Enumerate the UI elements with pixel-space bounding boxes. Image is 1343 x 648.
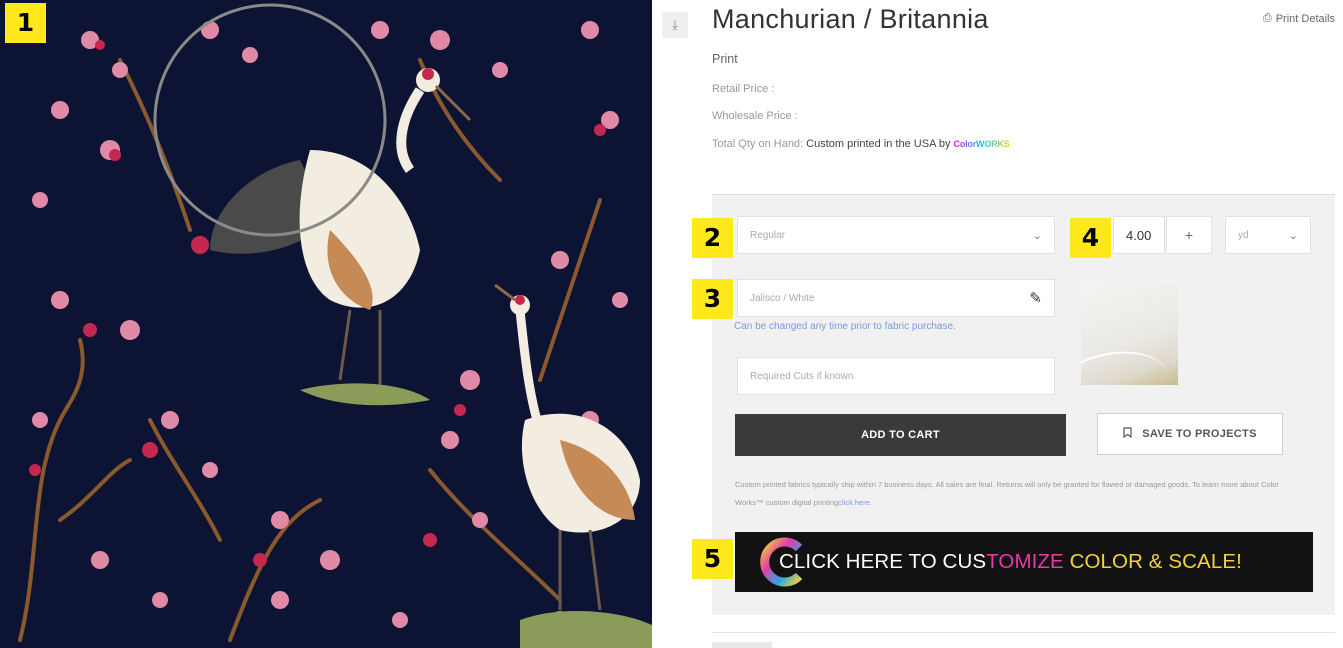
unit-select-value: yd	[1238, 229, 1249, 241]
customize-color-scale-banner[interactable]: CLICK HERE TO CUSTOMIZE COLOR & SCALE!	[735, 532, 1313, 592]
product-type: Print	[712, 52, 738, 66]
download-icon[interactable]: ⤓	[662, 12, 688, 38]
print-details-link[interactable]: ⎙ Print Details	[1263, 12, 1335, 25]
add-to-cart-button[interactable]: ADD TO CART	[735, 414, 1066, 456]
retail-price-label: Retail Price :	[712, 83, 775, 95]
qty-on-hand-value: Custom printed in the USA by	[806, 138, 951, 150]
colorworks-logo: ColorWORKS	[953, 139, 1010, 149]
product-title: Manchurian / Britannia	[712, 4, 989, 34]
step-marker-4: 4	[1070, 218, 1111, 258]
printer-icon: ⎙	[1262, 12, 1272, 24]
banner-text-part3: COLOR & SCALE!	[1063, 550, 1242, 573]
next-section-heading-stub	[712, 642, 772, 648]
fabric-select-value: Regular	[750, 229, 786, 241]
section-divider	[712, 632, 1335, 633]
chevron-down-icon: ⌄	[1288, 229, 1298, 242]
step-marker-5: 5	[692, 539, 733, 579]
banner-text-part2: TOMIZE	[986, 550, 1064, 573]
wholesale-price-label: Wholesale Price :	[712, 110, 798, 122]
print-details-label: Print Details	[1275, 12, 1335, 25]
fabric-select[interactable]: Regular ⌄	[737, 216, 1055, 254]
step-marker-3: 3	[692, 279, 733, 319]
banner-text: CLICK HERE TO CUSTOMIZE COLOR & SCALE!	[779, 532, 1242, 592]
colorway-swatch[interactable]	[1081, 285, 1178, 385]
fabric-pattern-image	[0, 0, 652, 648]
colorway-field[interactable]: Jalisco / White ✎	[737, 279, 1055, 317]
banner-text-part1: CLICK HERE TO CUS	[779, 550, 987, 573]
chevron-down-icon: ⌄	[1032, 229, 1042, 242]
shipping-disclaimer: Custom printed fabrics typically ship wi…	[735, 476, 1295, 512]
save-to-projects-label: SAVE TO PROJECTS	[1142, 428, 1257, 440]
disclaimer-text: Custom printed fabrics typically ship wi…	[735, 480, 1279, 507]
product-image[interactable]	[0, 0, 652, 648]
quantity-input[interactable]: 4.00	[1113, 216, 1165, 254]
bookmark-icon	[1123, 427, 1132, 441]
save-to-projects-button[interactable]: SAVE TO PROJECTS	[1097, 413, 1283, 455]
required-cuts-input[interactable]: Required Cuts if known	[737, 357, 1055, 395]
quantity-plus-button[interactable]: +	[1166, 216, 1212, 254]
learn-more-link[interactable]: click here	[838, 498, 870, 507]
qty-on-hand: Total Qty on Hand: Custom printed in the…	[712, 138, 1010, 150]
colorway-change-note: Can be changed any time prior to fabric …	[734, 321, 956, 332]
step-marker-2: 2	[692, 218, 733, 258]
pencil-icon[interactable]: ✎	[1029, 289, 1042, 307]
qty-on-hand-label: Total Qty on Hand:	[712, 138, 804, 150]
colorway-value: Jalisco / White	[750, 292, 815, 304]
step-marker-1: 1	[5, 3, 46, 43]
disclaimer-end: .	[869, 498, 873, 507]
unit-select[interactable]: yd ⌄	[1225, 216, 1311, 254]
